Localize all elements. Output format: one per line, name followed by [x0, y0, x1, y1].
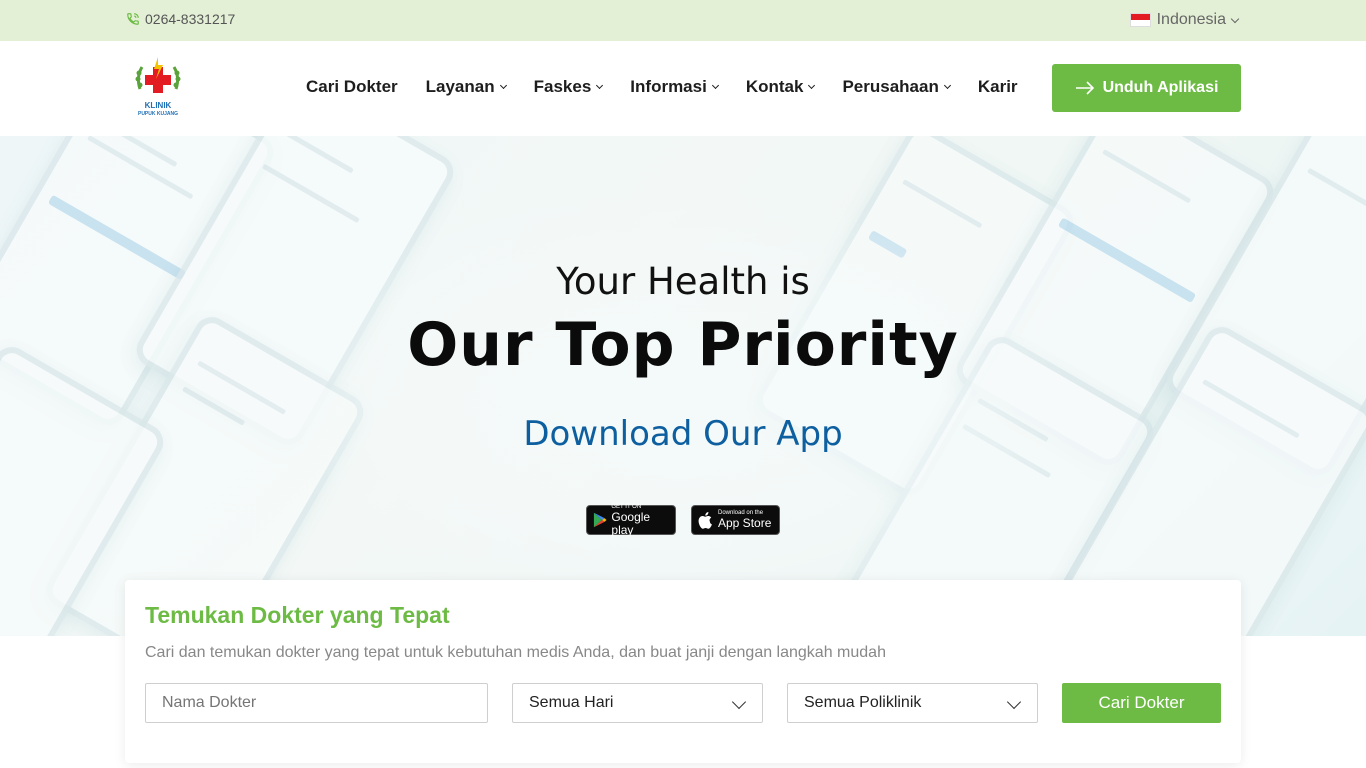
search-card-title: Temukan Dokter yang Tepat: [145, 602, 450, 628]
chevron-down-icon: [499, 81, 507, 90]
nav-item-cari-dokter[interactable]: Cari Dokter: [306, 77, 398, 97]
app-store-badge[interactable]: Download on the App Store: [691, 505, 780, 535]
nav-label: Faskes: [533, 77, 592, 96]
search-card-subtitle: Cari dan temukan dokter yang tepat untuk…: [145, 644, 886, 661]
logo-emblem-icon: [135, 57, 181, 93]
phone-number: 0264-8331217: [145, 11, 236, 27]
nav-item-layanan[interactable]: Layanan: [425, 77, 507, 97]
nav-label: Informasi: [630, 77, 707, 96]
doctor-search-card: Temukan Dokter yang Tepat Cari dan temuk…: [125, 580, 1241, 763]
hero-fade-overlay: [300, 196, 1060, 616]
nav-item-kontak[interactable]: Kontak: [745, 77, 816, 97]
download-app-label: Unduh Aplikasi: [1102, 79, 1219, 96]
topbar: 0264-8331217 Indonesia: [0, 0, 1366, 41]
hero-download-heading: Download Our App: [523, 414, 843, 454]
google-play-icon: [593, 512, 607, 528]
navbar: KLINIK PUPUK KUJANG Cari Dokter Layanan …: [0, 41, 1366, 136]
nav-label: Kontak: [745, 77, 804, 96]
language-selector[interactable]: Indonesia: [1129, 11, 1240, 29]
nav-item-faskes[interactable]: Faskes: [533, 77, 604, 97]
phone-icon: [127, 13, 139, 25]
google-play-big-text: Google play: [611, 509, 651, 537]
indonesia-flag-icon: [1129, 13, 1151, 27]
nav-item-perusahaan[interactable]: Perusahaan: [842, 77, 951, 97]
arrow-right-icon: [1075, 81, 1094, 95]
google-play-badge[interactable]: GET IT ON Google play: [586, 504, 676, 537]
polyclinic-select-value: Semua Poliklinik: [804, 694, 922, 711]
search-doctor-button[interactable]: Cari Dokter: [1062, 683, 1221, 723]
download-app-button[interactable]: Unduh Aplikasi: [1052, 64, 1241, 112]
hero-title: Our Top Priority: [407, 310, 959, 380]
hero-subtitle: Your Health is: [556, 260, 810, 303]
nav-label: Karir: [977, 77, 1018, 96]
logo-text-pupuk-kujang: PUPUK KUJANG: [137, 111, 178, 117]
phone-contact[interactable]: 0264-8331217: [126, 11, 235, 27]
day-select-value: Semua Hari: [529, 694, 614, 711]
nav-item-karir[interactable]: Karir: [978, 77, 1018, 97]
polyclinic-select[interactable]: Semua Poliklinik: [787, 683, 1038, 723]
hero-banner: Your Health is Our Top Priority Download…: [0, 136, 1366, 636]
search-doctor-label: Cari Dokter: [1098, 693, 1185, 712]
nav-label: Layanan: [425, 77, 495, 96]
chevron-down-icon: [711, 81, 719, 90]
language-label: Indonesia: [1156, 11, 1226, 28]
nav-item-informasi[interactable]: Informasi: [630, 77, 719, 97]
doctor-name-input[interactable]: [145, 683, 488, 723]
apple-icon: [698, 512, 712, 529]
chevron-down-icon: [731, 694, 747, 710]
chevron-down-icon: [1006, 694, 1022, 710]
app-store-big-text: App Store: [718, 516, 772, 530]
main-nav: Cari Dokter Layanan Faskes Informasi Kon…: [306, 77, 1046, 97]
chevron-down-icon: [1230, 14, 1240, 23]
nav-label: Perusahaan: [842, 77, 939, 96]
day-select[interactable]: Semua Hari: [512, 683, 763, 723]
logo-text-klinik: KLINIK: [144, 101, 172, 110]
nav-label: Cari Dokter: [306, 77, 398, 96]
clinic-logo[interactable]: KLINIK PUPUK KUJANG: [132, 55, 184, 121]
chevron-down-icon: [943, 81, 951, 90]
chevron-down-icon: [808, 81, 816, 90]
chevron-down-icon: [596, 81, 604, 90]
